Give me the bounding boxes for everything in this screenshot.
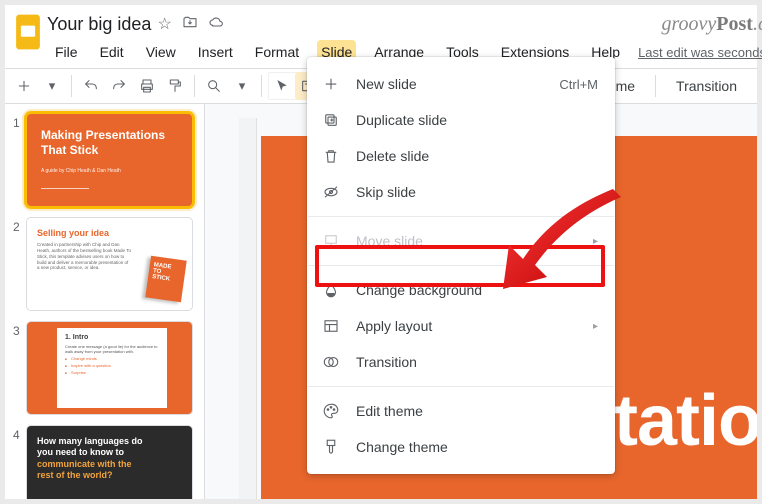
move-to-folder-icon[interactable] (182, 14, 198, 35)
slides-logo[interactable] (13, 13, 43, 51)
thumbnail-2[interactable]: 2 Selling your idea Created in partnersh… (13, 218, 196, 310)
slide-thumbnails-panel: 1 Making Presentations That Stick A guid… (5, 104, 205, 499)
menu-format[interactable]: Format (251, 40, 303, 64)
watermark: groovyPost.com (661, 13, 762, 36)
zoom-button[interactable] (201, 72, 227, 100)
brush-icon (322, 438, 340, 456)
menu-delete-slide[interactable]: Delete slide (308, 138, 614, 174)
chevron-right-icon: ▸ (593, 321, 598, 332)
new-slide-button[interactable] (11, 72, 37, 100)
new-slide-dropdown[interactable]: ▾ (39, 72, 65, 100)
thumbnail-1[interactable]: 1 Making Presentations That Stick A guid… (13, 114, 196, 206)
menu-skip-slide[interactable]: Skip slide (308, 174, 614, 210)
paint-format-button[interactable] (162, 72, 188, 100)
menu-edit[interactable]: Edit (96, 40, 128, 64)
chevron-right-icon: ▸ (593, 236, 598, 247)
duplicate-icon (322, 111, 340, 129)
palette-icon (322, 402, 340, 420)
menu-change-theme[interactable]: Change theme (308, 429, 614, 465)
move-icon (322, 232, 340, 250)
thumbnail-4[interactable]: 4 How many languages do you need to know… (13, 426, 196, 499)
zoom-dropdown[interactable]: ▾ (229, 72, 255, 100)
plus-icon (322, 75, 340, 93)
droplet-icon (322, 281, 340, 299)
thumbnail-3[interactable]: 3 1. Intro Create one message (a good li… (13, 322, 196, 414)
print-button[interactable] (134, 72, 160, 100)
transition-icon (322, 353, 340, 371)
layout-icon (322, 317, 340, 335)
redo-button[interactable] (106, 72, 132, 100)
menu-duplicate-slide[interactable]: Duplicate slide (308, 102, 614, 138)
slide-menu-dropdown: New slide Ctrl+M Duplicate slide Delete … (307, 57, 615, 474)
menu-transition[interactable]: Transition (308, 344, 614, 380)
menu-change-background[interactable]: Change background (308, 272, 614, 308)
menu-file[interactable]: File (51, 40, 82, 64)
trash-icon (322, 147, 340, 165)
select-tool[interactable] (269, 72, 295, 100)
menu-view[interactable]: View (142, 40, 180, 64)
transition-button[interactable]: Transition (662, 78, 751, 94)
menu-edit-theme[interactable]: Edit theme (308, 393, 614, 429)
document-title[interactable]: Your big idea (47, 14, 151, 35)
last-edit-link[interactable]: Last edit was seconds ago (638, 45, 762, 60)
menu-move-slide: Move slide ▸ (308, 223, 614, 259)
menu-apply-layout[interactable]: Apply layout ▸ (308, 308, 614, 344)
undo-button[interactable] (78, 72, 104, 100)
star-icon[interactable]: ☆ (157, 14, 171, 35)
skip-icon (322, 183, 340, 201)
menu-new-slide[interactable]: New slide Ctrl+M (308, 66, 614, 102)
menu-insert[interactable]: Insert (194, 40, 237, 64)
cloud-status-icon[interactable] (208, 14, 224, 35)
vertical-ruler (239, 118, 257, 499)
